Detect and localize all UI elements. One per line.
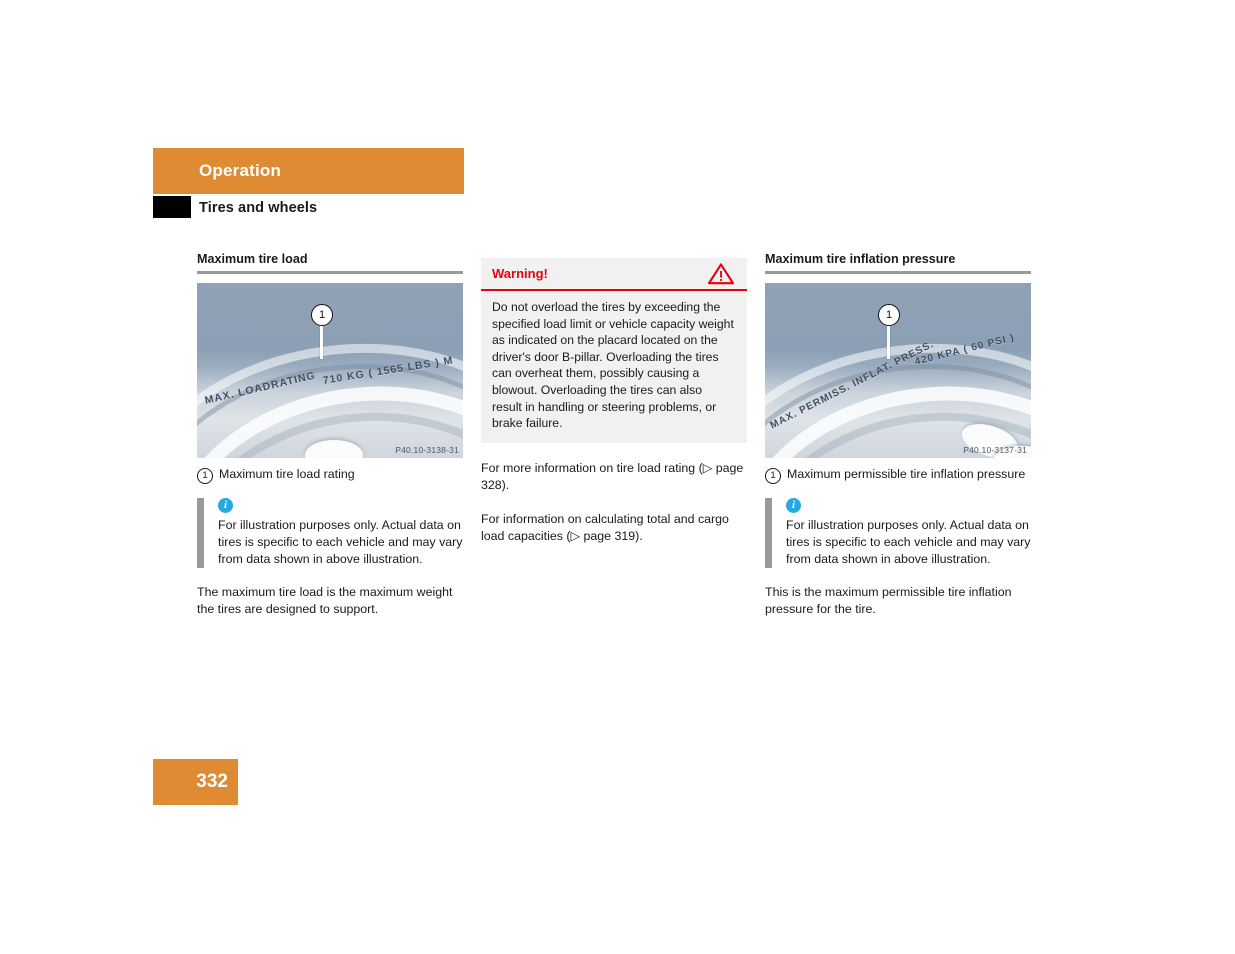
- info-note: i For illustration purposes only. Actual…: [197, 498, 463, 568]
- chapter-title: Operation: [199, 161, 282, 180]
- right-body-paragraph: This is the maximum permissible tire inf…: [765, 585, 1012, 616]
- figure-maximum-tire-load: MAX. LOADRATING 710 KG ( 1565 LBS ) M 1 …: [197, 283, 463, 458]
- page-number-box: 332: [153, 759, 238, 805]
- column-left: Maximum tire load MAX. LOADRATING 710 KG…: [197, 252, 463, 618]
- info-note: i For illustration purposes only. Actual…: [765, 498, 1031, 568]
- note-body: i For illustration purposes only. Actual…: [772, 498, 1031, 568]
- legend-label: Maximum tire load rating: [219, 467, 355, 481]
- note-text: For illustration purposes only. Actual d…: [218, 518, 463, 566]
- figure-image-id: P40.10-3138-31: [395, 445, 459, 455]
- callout-marker-1: 1: [878, 304, 900, 326]
- legend-number: 1: [765, 468, 781, 484]
- figure-maximum-inflation-pressure: MAX. PERMISS. INFLAT. PRESS. 420 KPA ( 6…: [765, 283, 1031, 458]
- legend-label: Maximum permissible tire inflation press…: [787, 467, 1026, 481]
- callout-stem: [320, 323, 323, 359]
- warning-title: Warning!: [492, 266, 548, 281]
- page-header: Operation Tires and wheels: [153, 148, 464, 222]
- heading-rule: [197, 271, 463, 274]
- note-body: i For illustration purposes only. Actual…: [204, 498, 463, 568]
- heading-rule: [765, 271, 1031, 274]
- right-column-heading: Maximum tire inflation pressure: [765, 252, 956, 266]
- note-accent-bar: [197, 498, 204, 568]
- section-header-row: Tires and wheels: [153, 194, 464, 222]
- legend-item: 1 Maximum tire load rating: [197, 466, 463, 484]
- info-icon: i: [218, 498, 233, 513]
- left-column-heading: Maximum tire load: [197, 252, 308, 266]
- note-accent-bar: [765, 498, 772, 568]
- legend-item: 1 Maximum permissible tire inflation pre…: [765, 466, 1031, 484]
- column-middle: Warning! Do not overload the tires by ex…: [481, 252, 747, 618]
- callout-stem: [887, 323, 890, 359]
- callout-marker-1: 1: [311, 304, 333, 326]
- content-columns: Maximum tire load MAX. LOADRATING 710 KG…: [197, 252, 1037, 618]
- warning-box: Warning! Do not overload the tires by ex…: [481, 258, 747, 443]
- warning-text: Do not overload the tires by exceeding t…: [481, 291, 747, 443]
- left-body-paragraph: The maximum tire load is the maximum wei…: [197, 585, 453, 616]
- info-icon: i: [786, 498, 801, 513]
- cross-reference-1: For more information on tire load rating…: [481, 460, 744, 492]
- cross-reference-2: For information on calculating total and…: [481, 511, 729, 543]
- section-title: Tires and wheels: [199, 200, 318, 216]
- legend-number: 1: [197, 468, 213, 484]
- column-right: Maximum tire inflation pressure MAX. PER…: [765, 252, 1031, 618]
- note-text: For illustration purposes only. Actual d…: [786, 518, 1031, 566]
- warning-triangle-icon: [707, 262, 735, 286]
- warning-header: Warning!: [481, 258, 747, 291]
- figure-image-id: P40.10-3137-31: [963, 445, 1027, 455]
- page-number: 332: [196, 771, 228, 792]
- black-tab-marker: [153, 196, 191, 218]
- chapter-header-bar: Operation: [153, 148, 464, 194]
